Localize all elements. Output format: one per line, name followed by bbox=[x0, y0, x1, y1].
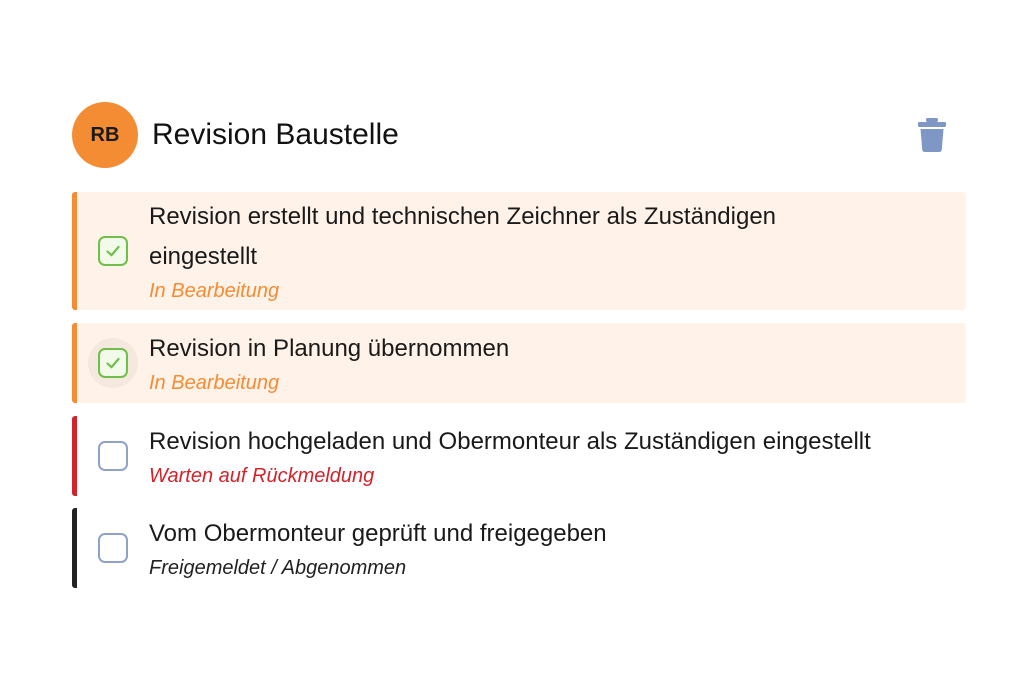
checklist-title: Revision Baustelle bbox=[152, 118, 399, 151]
task-status: In Bearbeitung bbox=[149, 280, 280, 302]
check-icon bbox=[106, 357, 120, 369]
task-title: Vom Obermonteur geprüft und freigegeben bbox=[149, 520, 607, 547]
checkbox-area bbox=[77, 192, 149, 310]
task-item: Revision in Planung übernommen In Bearbe… bbox=[72, 323, 966, 403]
task-body: Revision hochgeladen und Obermonteur als… bbox=[149, 422, 871, 490]
task-checkbox[interactable] bbox=[98, 348, 128, 378]
checkbox-area bbox=[77, 323, 149, 403]
task-title: Revision in Planung übernommen bbox=[149, 335, 510, 362]
task-item: Revision hochgeladen und Obermonteur als… bbox=[72, 416, 966, 496]
task-title: Revision erstellt und technischen Zeichn… bbox=[149, 203, 777, 270]
task-body: Revision erstellt und technischen Zeichn… bbox=[149, 197, 869, 305]
task-checkbox[interactable] bbox=[98, 236, 128, 266]
task-status: Warten auf Rückmeldung bbox=[149, 465, 375, 487]
task-body: Revision in Planung übernommen In Bearbe… bbox=[149, 329, 509, 397]
avatar: RB bbox=[72, 102, 138, 168]
task-list: Revision erstellt und technischen Zeichn… bbox=[72, 192, 966, 601]
checkbox-area bbox=[77, 508, 149, 588]
checklist-header: RB Revision Baustelle bbox=[72, 100, 966, 170]
task-checkbox[interactable] bbox=[98, 441, 128, 471]
task-title: Revision hochgeladen und Obermonteur als… bbox=[149, 428, 871, 455]
check-icon bbox=[106, 245, 120, 257]
checkbox-area bbox=[77, 416, 149, 496]
task-checkbox[interactable] bbox=[98, 533, 128, 563]
task-body: Vom Obermonteur geprüft und freigegeben … bbox=[149, 514, 607, 582]
task-status: Freigemeldet / Abgenommen bbox=[149, 557, 407, 579]
checklist-card: RB Revision Baustelle Revision erstellt … bbox=[72, 100, 966, 588]
task-status: In Bearbeitung bbox=[149, 372, 280, 394]
task-item: Revision erstellt und technischen Zeichn… bbox=[72, 192, 966, 310]
trash-icon[interactable] bbox=[918, 118, 946, 152]
task-item: Vom Obermonteur geprüft und freigegeben … bbox=[72, 508, 966, 588]
